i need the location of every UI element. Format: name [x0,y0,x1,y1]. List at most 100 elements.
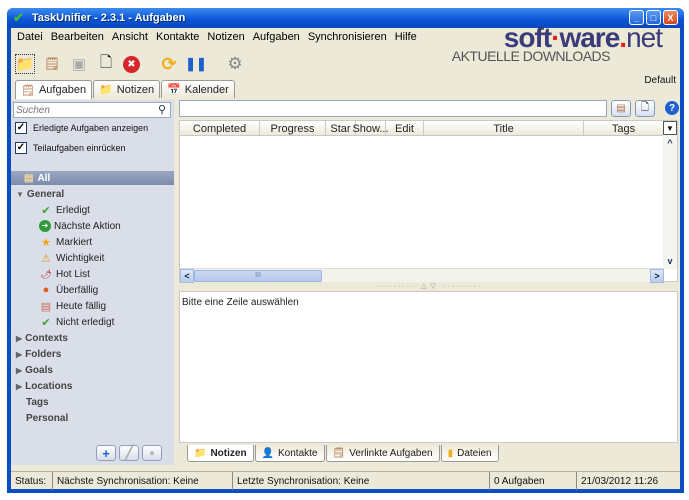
search-icon[interactable]: ⚲ [158,103,166,116]
scroll-right-icon[interactable]: > [650,269,664,283]
expand-arrow-icon[interactable]: ▶ [16,350,22,359]
sidebar-item-heute-faellig[interactable]: ▤ Heute fällig [11,298,174,314]
add-button[interactable]: + [96,445,116,461]
warning-icon: ⚠ [41,252,51,265]
menu-notizen[interactable]: Notizen [203,31,248,43]
edit-icon[interactable]: 🗋 [96,54,116,74]
sidebar: ⚲ ✓ Erledigte Aufgaben anzeigen ✓ Teilau… [11,100,174,465]
tab-dateien[interactable]: ▮ Dateien [440,445,499,462]
horizontal-scrollbar[interactable]: < III > [180,268,664,283]
menu-bearbeiten[interactable]: Bearbeiten [47,31,108,43]
scroll-down-icon[interactable]: v [663,254,677,268]
menu-datei[interactable]: Datei [13,31,47,43]
tab-notizen-detail[interactable]: 📁 Notizen [187,445,254,462]
sidebar-item-markiert[interactable]: ★ Markiert [11,234,174,250]
menu-bar: Datei Bearbeiten Ansicht Kontakte Notize… [11,28,421,46]
show-completed-checkbox[interactable]: ✓ Erledigte Aufgaben anzeigen [15,122,148,134]
chili-icon: 🌶 [40,268,52,279]
menu-aufgaben[interactable]: Aufgaben [249,31,304,43]
scrollbar-thumb[interactable]: III [194,270,322,282]
main-panel: ▤ 🗋 ? Completed Progress Star Show... Ed… [179,100,679,465]
sidebar-item-wichtigkeit[interactable]: ⚠ Wichtigkeit [11,250,174,266]
column-chooser-icon[interactable]: ▼ [663,121,677,135]
task-view-button[interactable]: ▤ [611,100,631,117]
contact-icon: 👤 [261,447,275,459]
checkbox-checked-icon[interactable]: ✓ [15,122,27,134]
tab-kalender[interactable]: 📅 Kalender [161,80,235,98]
checkbox-checked-icon[interactable]: ✓ [15,142,27,154]
tree-label: Tags [26,396,49,408]
sidebar-item-naechste-aktion[interactable]: ➜ Nächste Aktion [11,218,174,234]
delete-icon[interactable]: ✖ [123,55,140,73]
tab-kontakte[interactable]: 👤 Kontakte [254,445,325,462]
sidebar-item-personal[interactable]: Personal [11,410,174,426]
calendar-icon: ▤ [40,300,52,313]
status-datetime: 21/03/2012 11:26 [581,475,659,487]
tree-group-general[interactable]: ▼ General [11,186,174,202]
note-view-button[interactable]: 🗋 [635,100,655,117]
sidebar-item-ueberfaellig[interactable]: ● Überfällig [11,282,174,298]
tree-group-goals[interactable]: ▶ Goals [11,362,174,378]
new-task-icon[interactable]: 🗒 [42,54,62,74]
task-table: Completed Progress Star Show... Edit Tit… [179,120,678,283]
help-icon[interactable]: ? [665,101,679,115]
tree-label: Personal [26,412,69,424]
new-note-icon[interactable]: 📁 [15,54,35,74]
sidebar-search[interactable]: ⚲ [13,102,171,118]
tree-label: Hot List [56,268,90,280]
vertical-scrollbar[interactable]: ▼ ^ v [663,121,677,269]
column-edit[interactable]: Edit [386,121,424,136]
column-title[interactable]: Title [424,121,584,136]
brand-part: net [626,22,663,53]
settings-icon[interactable]: ⚙ [225,54,245,74]
tab-aufgaben[interactable]: 🗒 Aufgaben [15,80,93,99]
detail-placeholder: Bitte eine Zeile auswählen [182,297,299,308]
menu-synchronisieren[interactable]: Synchronisieren [304,31,391,43]
window-title: TaskUnifier - 2.3.1 - Aufgaben [31,12,186,24]
last-sync-status: Letzte Synchronisation: Keine [233,472,490,490]
task-filter-input[interactable] [179,100,607,117]
task-list-icon: ▤ [24,172,34,184]
detail-tabs: 📁 Notizen 👤 Kontakte 🗒 Verlinkte Aufgaben ▮… [187,445,499,462]
sync-icon[interactable]: ⟳ [159,54,179,74]
app-window: ✔ TaskUnifier - 2.3.1 - Aufgaben _ □ X D… [7,8,684,493]
remove-button[interactable]: ● [142,445,162,461]
pause-icon[interactable]: ❚❚ [185,54,207,74]
edit-button[interactable]: ╱ [119,445,139,461]
main-tabs: 🗒 Aufgaben 📁 Notizen 📅 Kalender [15,80,235,99]
client-area: Datei Bearbeiten Ansicht Kontakte Notize… [11,22,680,490]
tree-group-folders[interactable]: ▶ Folders [11,346,174,362]
tree-label: Nicht erledigt [56,316,115,328]
menu-ansicht[interactable]: Ansicht [108,31,152,43]
sidebar-item-hot-list[interactable]: 🌶 Hot List [11,266,174,282]
indent-subtasks-checkbox[interactable]: ✓ Teilaufgaben einrücken [15,142,126,154]
sidebar-item-all[interactable]: ▤ All [11,171,174,185]
scroll-up-icon[interactable]: ^ [663,136,677,150]
sidebar-item-nicht-erledigt[interactable]: ✔ Nicht erledigt [11,314,174,330]
column-completed[interactable]: Completed [180,121,260,136]
column-show[interactable]: Show... [352,121,389,136]
tab-notizen[interactable]: 📁 Notizen [93,80,161,98]
menu-hilfe[interactable]: Hilfe [391,31,421,43]
expand-arrow-icon[interactable]: ▶ [16,334,22,343]
sidebar-item-tags[interactable]: Tags [11,394,174,410]
tab-verlinkte-aufgaben[interactable]: 🗒 Verlinkte Aufgaben [325,445,440,462]
scroll-left-icon[interactable]: < [180,269,194,283]
column-tags[interactable]: Tags [584,121,664,136]
expand-arrow-icon[interactable]: ▶ [16,382,22,391]
close-button[interactable]: X [663,10,678,25]
search-input[interactable] [16,104,146,116]
expand-arrow-icon[interactable]: ▶ [16,366,22,375]
next-action-icon: ➜ [39,220,51,232]
tree-group-contexts[interactable]: ▶ Contexts [11,330,174,346]
tree-group-locations[interactable]: ▶ Locations [11,378,174,394]
menu-kontakte[interactable]: Kontakte [152,31,203,43]
status-label: Status: [11,472,53,490]
split-pane-divider[interactable]: · · · · · · · · · △ ▽ · · · · · · · · · [179,283,678,291]
tab-label: Aufgaben [38,84,87,96]
expand-arrow-icon[interactable]: ▼ [16,190,24,199]
sidebar-item-erledigt[interactable]: ✔ Erledigt [11,202,174,218]
column-progress[interactable]: Progress [260,121,326,136]
profile-label[interactable]: Default [644,75,676,86]
copy-icon[interactable]: ▣ [69,54,89,74]
